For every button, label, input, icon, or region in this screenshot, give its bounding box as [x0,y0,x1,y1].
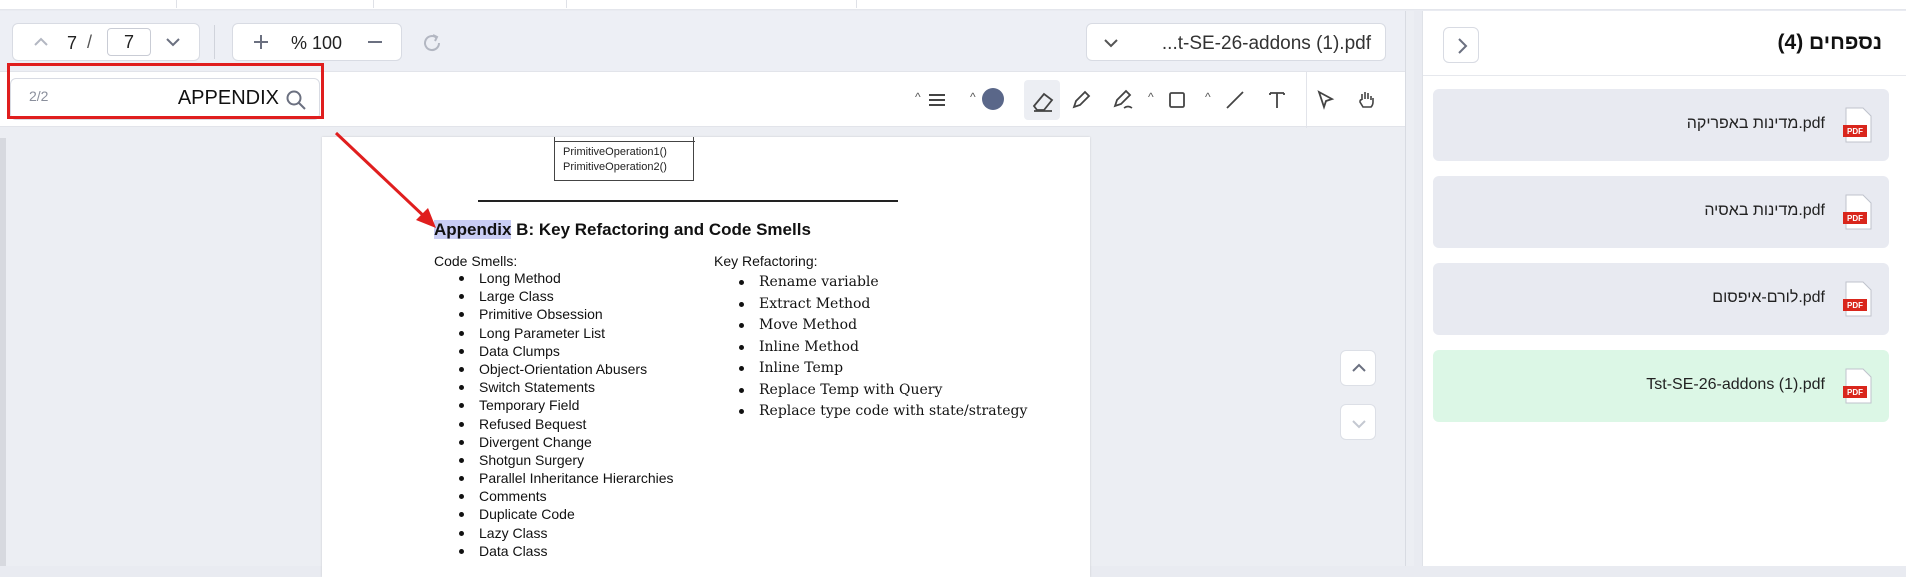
attachment-name: לורם-איפסום.pdf [1712,289,1825,306]
page-number-input[interactable]: 7 [107,28,151,56]
chevron-down-icon [1101,33,1121,53]
attachment-item-selected[interactable]: Tst-SE-26-addons (1).pdf PDF [1433,350,1889,422]
pdf-file-icon: PDF [1843,194,1873,230]
attachment-name: Tst-SE-26-addons (1).pdf [1646,376,1825,393]
list-item: Divergent Change [459,433,674,451]
list-item: Refused Bequest [459,415,674,433]
list-item: Long Parameter List [459,324,674,342]
pdf-file-icon: PDF [1843,107,1873,143]
zoom-level: % 100 [291,33,343,53]
uml-operation: PrimitiveOperation1() [563,146,667,158]
left-scroll-gutter [0,138,6,566]
uml-divider [555,141,695,142]
list-item: Data Class [459,542,674,560]
list-item: Move Method [738,315,1027,337]
hand-pan-icon[interactable] [1354,87,1380,113]
search-match-highlight: Appendix [434,220,512,239]
list-item: Primitive Obsession [459,305,674,323]
viewer-border [1405,11,1406,566]
pdf-page: PrimitiveOperation1() PrimitiveOperation… [322,137,1090,577]
list-item: Replace Temp with Query [738,380,1027,402]
highlighter-icon[interactable] [1068,87,1094,113]
rectangle-icon[interactable] [1164,87,1190,113]
list-item: Replace type code with state/strategy [738,401,1027,423]
file-selector[interactable]: ...t-SE-26-addons (1).pdf [1086,23,1386,61]
current-page: 7 [67,33,78,53]
search-highlight-frame [7,63,324,119]
attachment-item[interactable]: לורם-איפסום.pdf PDF [1433,263,1889,335]
list-item: Extract Method [738,294,1027,316]
top-separator [373,0,374,8]
line-icon[interactable] [1222,87,1248,113]
top-separator [176,0,177,8]
list-item: Shotgun Surgery [459,451,674,469]
key-refactoring-title: Key Refactoring: [714,253,818,269]
viewer-top-toolbar: 7 / 7 % 100 ...t-SE-26-addons (1).pdf [0,11,1406,71]
page-separator: / [87,32,93,52]
attachment-name: מדינות באפריקה.pdf [1686,115,1825,132]
color-picker[interactable] [982,88,1004,110]
select-pointer-icon[interactable] [1312,87,1338,113]
pdf-file-icon: PDF [1843,368,1873,404]
scroll-down-button[interactable] [1340,404,1376,440]
chevron-down-icon[interactable] [163,32,183,52]
attachment-name: מדינות באסיה.pdf [1704,202,1825,219]
svg-text:PDF: PDF [1847,127,1863,136]
list-item: Object-Orientation Abusers [459,360,674,378]
code-smells-title: Code Smells: [434,253,518,269]
caret-up-icon[interactable]: ^ [970,90,976,104]
top-strip [0,0,1906,10]
appendix-heading: Appendix B: Key Refactoring and Code Sme… [434,220,811,240]
top-separator [856,0,857,8]
list-item: Duplicate Code [459,505,674,523]
toolbar-divider [1306,72,1307,128]
list-item: Large Class [459,287,674,305]
sidebar-title: נספחים (4) [1777,31,1882,54]
scroll-up-button[interactable] [1340,350,1376,386]
list-item: Switch Statements [459,378,674,396]
eraser-icon[interactable] [1024,80,1060,120]
svg-text:PDF: PDF [1847,388,1863,397]
chevron-up-icon[interactable] [31,32,51,52]
list-item: Inline Temp [738,358,1027,380]
attachment-item[interactable]: מדינות באפריקה.pdf PDF [1433,89,1889,161]
caret-up-icon[interactable]: ^ [915,90,921,104]
zoom-out-icon[interactable] [365,32,385,52]
line-weight-icon[interactable] [924,87,950,113]
list-item: Parallel Inheritance Hierarchies [459,470,674,487]
zoom-in-icon[interactable] [251,32,271,52]
heading-text: B: Key Refactoring and Code Smells [511,220,811,239]
list-item: Comments [459,487,674,505]
page-navigator: 7 / 7 [12,23,200,61]
key-refactoring-list: Rename variable Extract Method Move Meth… [738,272,1027,423]
caret-up-icon[interactable]: ^ [1205,90,1211,104]
list-item: Temporary Field [459,396,674,414]
list-item: Inline Method [738,337,1027,359]
text-icon[interactable] [1264,87,1290,113]
top-separator [566,0,567,8]
pen-icon[interactable] [1110,87,1136,113]
caret-up-icon[interactable]: ^ [1148,90,1154,104]
list-item: Lazy Class [459,524,674,542]
zoom-control: % 100 [232,23,402,61]
sidebar-divider [1423,75,1906,76]
collapse-sidebar-button[interactable] [1443,27,1479,63]
file-name: ...t-SE-26-addons (1).pdf [1161,33,1371,54]
code-smells-list: Long Method Large Class Primitive Obsess… [459,269,674,560]
horizontal-rule [478,200,898,202]
list-item: Long Method [459,269,674,287]
uml-operation: PrimitiveOperation2() [563,161,667,173]
attachment-item[interactable]: מדינות באסיה.pdf PDF [1433,176,1889,248]
rotate-icon[interactable] [420,31,444,55]
attachments-sidebar: נספחים (4) מדינות באפריקה.pdf PDF מדינות… [1422,11,1906,566]
svg-text:PDF: PDF [1847,214,1863,223]
list-item: Rename variable [738,272,1027,294]
pdf-file-icon: PDF [1843,281,1873,317]
list-item: Data Clumps [459,342,674,360]
svg-text:PDF: PDF [1847,301,1863,310]
toolbar-divider [214,25,215,59]
uml-class-box: PrimitiveOperation1() PrimitiveOperation… [554,137,695,181]
